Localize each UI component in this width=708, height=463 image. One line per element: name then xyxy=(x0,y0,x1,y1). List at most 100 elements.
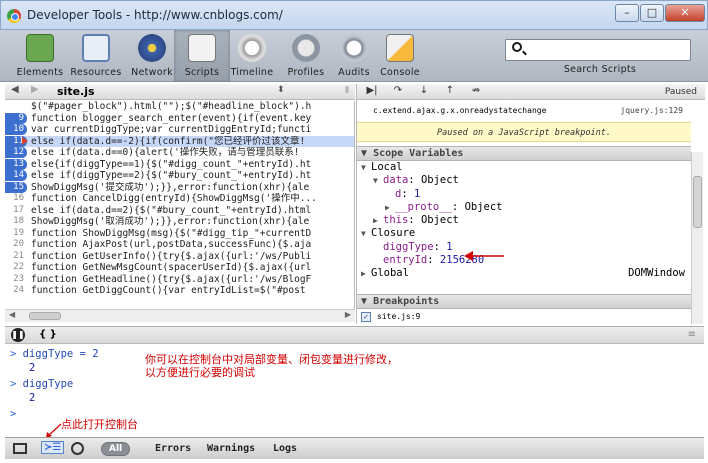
filter-all[interactable]: All xyxy=(101,442,131,456)
tab-resources[interactable]: Resources xyxy=(68,30,124,82)
scroll-right-icon[interactable]: ▶ xyxy=(345,310,351,319)
scope-item[interactable]: ▶ __proto__: Object xyxy=(357,201,691,214)
line-number[interactable]: 23 xyxy=(5,274,27,285)
source-line[interactable]: 11 else if(data.d==-2){if(confirm("您已经评价过… xyxy=(5,135,354,147)
source-line[interactable]: 12 else if(data.d==0){alert('操作失败，请与管理员联系… xyxy=(5,147,354,159)
minimize-button[interactable]: – xyxy=(615,4,639,22)
tab-elements[interactable]: Elements xyxy=(12,30,68,82)
breakpoint-marker[interactable]: 11 xyxy=(5,135,28,147)
filter-errors[interactable]: Errors xyxy=(155,443,191,454)
source-line[interactable]: 13 else{if(diggType==1){$("#digg_count_"+… xyxy=(5,158,354,171)
scope-item[interactable]: d: 1 xyxy=(357,188,691,201)
filter-warnings[interactable]: Warnings xyxy=(207,443,255,454)
step-into-icon[interactable]: ↓ xyxy=(413,85,435,99)
deactivate-breakpoints-icon[interactable]: ⇏ xyxy=(465,85,487,99)
prompt-icon: > xyxy=(10,348,17,360)
expand-icon[interactable]: ▶ xyxy=(361,267,371,280)
pause-message: Paused on a JavaScript breakpoint. xyxy=(357,122,691,142)
frame-location[interactable]: jquery.js:129 xyxy=(620,106,683,115)
pause-on-exceptions-icon[interactable]: ❚❚ xyxy=(11,328,25,342)
elements-icon xyxy=(26,34,54,62)
expand-icon[interactable]: ▶ xyxy=(373,214,383,227)
line-number[interactable]: 17 xyxy=(5,205,27,216)
source-line[interactable]: 9 function blogger_search_enter(event){if… xyxy=(5,112,354,125)
console-toggle-icon[interactable]: ≻☰ xyxy=(41,441,65,454)
scroll-left-icon[interactable]: ◀ xyxy=(9,310,15,319)
source-line[interactable]: 24 function GetDiggCount(){var entryIdLis… xyxy=(5,285,354,297)
scope-item[interactable]: ▼ Closure xyxy=(357,227,691,240)
chevron-down-icon[interactable]: ⬍ xyxy=(277,85,285,95)
line-number[interactable]: 16 xyxy=(5,193,27,204)
line-number[interactable]: 20 xyxy=(5,239,27,250)
search-scripts-input[interactable] xyxy=(505,39,691,61)
sidebar-vertical-scrollbar[interactable] xyxy=(691,152,703,324)
breakpoint-marker[interactable]: 12 xyxy=(5,147,27,158)
scope-item[interactable]: ▶ this: Object xyxy=(357,214,691,227)
resume-icon[interactable]: ▶| xyxy=(361,85,383,99)
source-line[interactable]: 14 else if(diggType==2){$("#bury_count_"+… xyxy=(5,170,354,182)
maximize-button[interactable]: □ xyxy=(640,4,664,22)
back-icon[interactable]: ◀ xyxy=(11,84,19,95)
source-horizontal-scrollbar[interactable]: ◀ ▶ xyxy=(5,309,355,322)
close-button[interactable]: ✕ xyxy=(665,4,705,22)
pretty-print-button[interactable]: { } xyxy=(39,329,57,342)
source-line[interactable]: 15 ShowDiggMsg('提交成功');}},error:function(… xyxy=(5,181,354,194)
step-over-icon[interactable]: ↷ xyxy=(387,85,409,99)
expand-icon[interactable]: ▼ xyxy=(361,161,371,174)
clear-console-icon[interactable] xyxy=(71,442,84,455)
scope-item[interactable]: entryId: 2156280 xyxy=(357,254,691,267)
source-line[interactable]: 19 function ShowDiggMsg(msg){$("#digg_tip… xyxy=(5,228,354,240)
line-number[interactable] xyxy=(5,101,27,112)
line-number[interactable]: 21 xyxy=(5,251,27,262)
scope-item[interactable]: ▼ Local xyxy=(357,161,691,174)
tab-console[interactable]: Console xyxy=(372,30,428,82)
expand-icon[interactable]: ▼ xyxy=(361,227,371,240)
line-number[interactable]: 24 xyxy=(5,285,27,296)
source-text: function ShowDiggMsg(msg){$("#digg_tip_"… xyxy=(31,227,312,239)
scope-item[interactable]: ▶ Global DOMWindow xyxy=(357,267,691,280)
step-out-icon[interactable]: ↑ xyxy=(439,85,461,99)
line-number[interactable]: 18 xyxy=(5,216,27,227)
breakpoint-marker[interactable]: 14 xyxy=(5,170,27,181)
tab-timeline[interactable]: Timeline xyxy=(224,30,280,82)
scroll-thumb[interactable] xyxy=(693,176,702,228)
forward-icon[interactable]: ▶ xyxy=(31,84,39,95)
drawer-resize-icon[interactable]: ≡ xyxy=(688,329,696,340)
scope-variables-header[interactable]: ▼ Scope Variables xyxy=(357,146,691,161)
breakpoint-marker[interactable]: 15 xyxy=(5,181,27,193)
breakpoint-item[interactable]: ✓ site.js:9 xyxy=(357,310,691,324)
source-line[interactable]: 21 function GetUserInfo(){try{$.ajax({url… xyxy=(5,251,354,263)
scope-item[interactable]: diggType: 1 xyxy=(357,241,691,254)
breakpoints-header[interactable]: ▼ Breakpoints xyxy=(357,294,691,309)
source-line[interactable]: 23 function GetHeadline(){try{$.ajax({url… xyxy=(5,274,354,286)
source-code-view[interactable]: $("#pager_block").html("");$("#headline_… xyxy=(5,101,355,309)
tab-network[interactable]: Network xyxy=(124,30,180,82)
tab-scripts[interactable]: Scripts xyxy=(174,30,230,82)
source-line[interactable]: 10 var currentDiggType;var currentDiggEnt… xyxy=(5,124,354,136)
scope-value: Object xyxy=(464,200,503,213)
source-line[interactable]: 18 ShowDiggMsg('取消成功');}},error:function(… xyxy=(5,216,354,228)
line-number[interactable]: 22 xyxy=(5,262,27,273)
console-output[interactable]: > diggType = 2 2 > diggType 2 > 你可以在控制台中… xyxy=(5,345,704,438)
source-line[interactable]: $("#pager_block").html("");$("#headline_… xyxy=(5,101,354,113)
source-line[interactable]: 17 else if(data.d==2){$("#bury_count_"+en… xyxy=(5,205,354,217)
source-line[interactable]: 20 function AjaxPost(url,postData,success… xyxy=(5,239,354,251)
filter-logs[interactable]: Logs xyxy=(273,443,297,454)
expand-icon[interactable]: ▼ xyxy=(373,174,383,187)
expand-icon[interactable]: ▶ xyxy=(385,201,395,214)
breakpoint-checkbox[interactable]: ✓ xyxy=(361,312,371,322)
source-line[interactable]: 22 function GetNewMsgCount(spacerUserId){… xyxy=(5,262,354,274)
tab-label: Timeline xyxy=(230,67,274,78)
breakpoint-marker[interactable]: 9 xyxy=(5,112,27,124)
separator: : xyxy=(408,214,421,227)
line-number[interactable]: 19 xyxy=(5,228,27,239)
breakpoint-marker[interactable]: 13 xyxy=(5,158,27,170)
source-file-select[interactable]: site.js xyxy=(57,85,95,98)
pane-splitter[interactable]: ⦀ xyxy=(345,86,349,96)
call-stack-frame[interactable]: c.extend.ajax.g.x.onreadystatechange jqu… xyxy=(357,101,705,118)
scope-item[interactable]: ▼ data: Object xyxy=(357,174,691,187)
scroll-thumb[interactable] xyxy=(29,312,61,320)
breakpoint-marker[interactable]: 10 xyxy=(5,124,27,135)
source-line[interactable]: 16 function CancelDigg(entryId){ShowDiggM… xyxy=(5,193,354,205)
dock-icon[interactable] xyxy=(13,443,27,454)
